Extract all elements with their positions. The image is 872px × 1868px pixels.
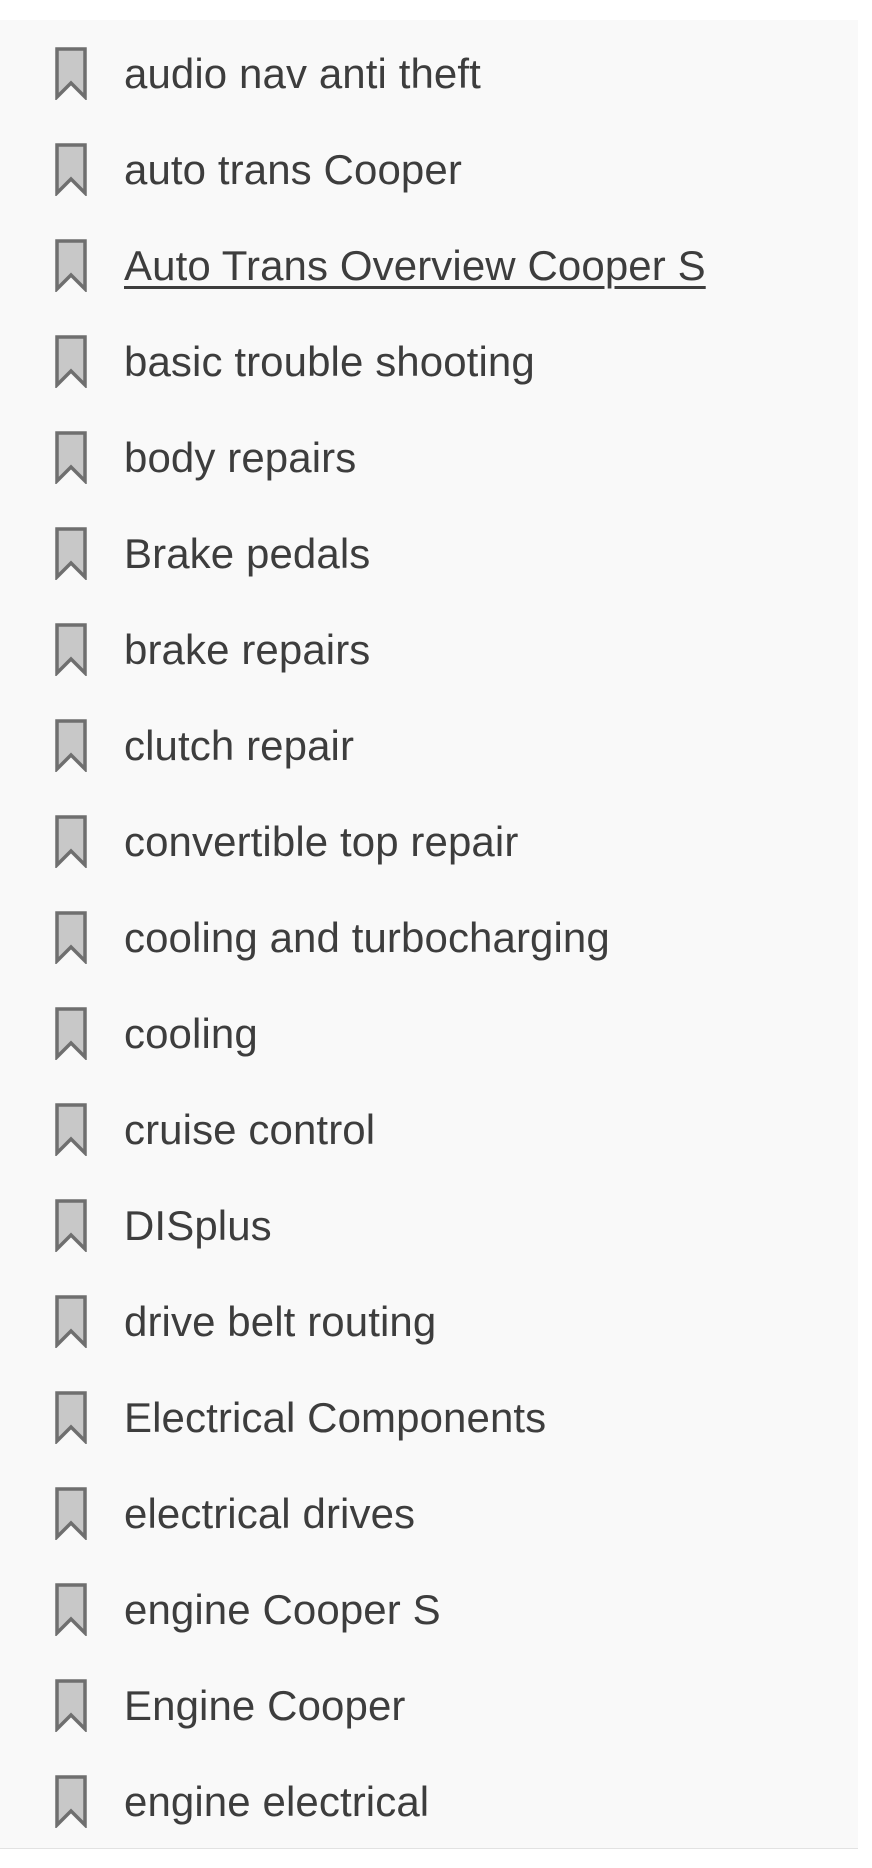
bookmark-label[interactable]: Electrical Components — [124, 1394, 546, 1442]
bookmark-icon — [54, 142, 88, 196]
bookmark-item[interactable]: audio nav anti theft — [0, 26, 858, 122]
bookmark-item[interactable]: cooling and turbocharging — [0, 890, 858, 986]
bookmark-icon — [54, 910, 88, 964]
bookmark-icon — [54, 1198, 88, 1252]
bookmark-label[interactable]: electrical drives — [124, 1490, 415, 1538]
bookmark-label[interactable]: auto trans Cooper — [124, 146, 462, 194]
bookmark-item[interactable]: Auto Trans Overview Cooper S — [0, 218, 858, 314]
bookmark-item[interactable]: auto trans Cooper — [0, 122, 858, 218]
bookmark-item[interactable]: clutch repair — [0, 698, 858, 794]
bookmark-icon — [54, 622, 88, 676]
bookmark-item[interactable]: engine electrical — [0, 1754, 858, 1850]
bookmark-icon — [54, 1774, 88, 1828]
bookmark-label[interactable]: Auto Trans Overview Cooper S — [124, 242, 706, 290]
bookmark-list: audio nav anti theft auto trans Cooper A… — [0, 20, 858, 1850]
bookmark-label[interactable]: Engine Cooper — [124, 1682, 406, 1730]
bookmark-item[interactable]: DISplus — [0, 1178, 858, 1274]
bookmark-icon — [54, 46, 88, 100]
bookmark-label[interactable]: audio nav anti theft — [124, 50, 481, 98]
bookmark-item[interactable]: brake repairs — [0, 602, 858, 698]
bookmark-item[interactable]: body repairs — [0, 410, 858, 506]
bookmark-item[interactable]: convertible top repair — [0, 794, 858, 890]
bookmark-icon — [54, 814, 88, 868]
bookmark-label[interactable]: DISplus — [124, 1202, 272, 1250]
bookmark-label[interactable]: drive belt routing — [124, 1298, 436, 1346]
bookmark-label[interactable]: convertible top repair — [124, 818, 518, 866]
bookmarks-panel: audio nav anti theft auto trans Cooper A… — [0, 20, 858, 1849]
bookmark-label[interactable]: Brake pedals — [124, 530, 370, 578]
bookmark-icon — [54, 1678, 88, 1732]
bookmark-label[interactable]: cooling and turbocharging — [124, 914, 610, 962]
bookmark-icon — [54, 430, 88, 484]
bookmark-item[interactable]: drive belt routing — [0, 1274, 858, 1370]
bookmark-label[interactable]: cruise control — [124, 1106, 375, 1154]
bookmark-icon — [54, 334, 88, 388]
bookmark-label[interactable]: engine electrical — [124, 1778, 429, 1826]
bookmark-icon — [54, 1006, 88, 1060]
bookmark-label[interactable]: brake repairs — [124, 626, 370, 674]
bookmark-label[interactable]: body repairs — [124, 434, 356, 482]
bookmark-item[interactable]: cooling — [0, 986, 858, 1082]
bookmark-item[interactable]: electrical drives — [0, 1466, 858, 1562]
bookmark-icon — [54, 1102, 88, 1156]
bookmark-label[interactable]: clutch repair — [124, 722, 354, 770]
bookmark-icon — [54, 1582, 88, 1636]
bookmark-item[interactable]: engine Cooper S — [0, 1562, 858, 1658]
bookmark-icon — [54, 1390, 88, 1444]
bookmark-item[interactable]: Engine Cooper — [0, 1658, 858, 1754]
bookmark-item[interactable]: cruise control — [0, 1082, 858, 1178]
bookmark-label[interactable]: engine Cooper S — [124, 1586, 441, 1634]
bookmark-icon — [54, 718, 88, 772]
bookmark-item[interactable]: basic trouble shooting — [0, 314, 858, 410]
bookmark-icon — [54, 1294, 88, 1348]
bookmark-icon — [54, 1486, 88, 1540]
bookmark-icon — [54, 526, 88, 580]
bookmark-icon — [54, 238, 88, 292]
bookmark-label[interactable]: basic trouble shooting — [124, 338, 535, 386]
bookmark-item[interactable]: Brake pedals — [0, 506, 858, 602]
bookmark-label[interactable]: cooling — [124, 1010, 258, 1058]
bookmark-item[interactable]: Electrical Components — [0, 1370, 858, 1466]
